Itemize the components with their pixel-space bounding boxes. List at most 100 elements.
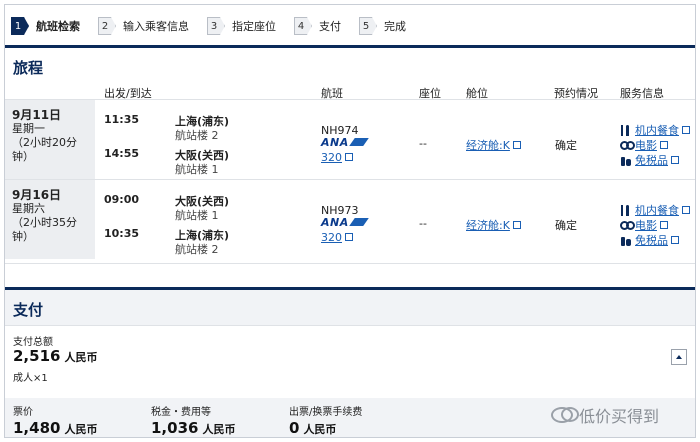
step-number: 3 [207,17,225,35]
step-label: 支付 [319,20,341,33]
arrival-terminal: 航站楼 2 [175,243,219,256]
seat-value: -- [419,137,427,150]
arrival-terminal: 航站楼 1 [175,163,219,176]
airline-logo: ANA [321,136,369,149]
duty-free-icon [620,155,632,166]
currency: 人民币 [202,423,236,436]
segment-duration: （2小时20分 [12,136,77,149]
step-flight-search: 1 航班检索 [11,17,80,35]
movie-icon [620,140,635,151]
cabin-link[interactable]: 经济舱:K [466,217,521,233]
step-label: 指定座位 [232,20,276,33]
airline-name: ANA [321,216,349,229]
segment-duration: （2小时35分 [12,216,77,229]
fare-label: 票价 [13,407,33,418]
external-link-icon [660,141,668,149]
segment-weekday: 星期一 [12,122,45,135]
departure-time: 09:00 [104,193,140,206]
wechat-icon [551,407,579,423]
service-meal[interactable]: 机内餐食 [620,202,690,218]
departure-terminal: 航站楼 2 [175,129,219,142]
external-link-icon [682,206,690,214]
step-number: 4 [294,17,312,35]
service-label[interactable]: 免税品 [635,232,668,248]
step-label: 完成 [384,20,406,33]
tax-label: 税金・费用等 [151,407,211,418]
step-passenger-info: 2 输入乘客信息 [98,17,189,35]
step-complete: 5 完成 [359,17,406,35]
watermark-text: 低价买得到 [579,407,660,426]
step-seat-select: 3 指定座位 [207,17,276,35]
external-link-icon [682,126,690,134]
service-duty-free[interactable]: 免税品 [620,152,679,168]
departure-terminal: 航站楼 1 [175,209,219,222]
aircraft-link[interactable]: 320 [321,151,353,164]
segment-duration-cont: 钟） [12,150,34,163]
ana-stripe-icon [348,138,369,146]
fare-amount-row: 1,480 人民币 [13,419,97,437]
aircraft-type[interactable]: 320 [321,151,342,164]
currency: 人民币 [64,423,98,436]
tax-amount: 1,036 [151,419,199,437]
step-number: 1 [11,17,29,35]
chevron-up-icon [676,355,682,359]
currency: 人民币 [64,351,98,364]
segment-date: 9月16日 [12,188,62,202]
step-payment: 4 支付 [294,17,341,35]
seat-value: -- [419,217,427,230]
step-number: 2 [98,17,116,35]
movie-icon [620,220,635,231]
arrival-time: 10:35 [104,227,140,240]
external-link-icon [345,233,353,241]
service-label[interactable]: 机内餐食 [635,202,679,218]
external-link-icon [512,221,521,229]
fee-amount: 0 [289,419,300,437]
meal-icon [620,124,632,136]
cabin-class[interactable]: 经济舱:K [466,139,510,152]
external-link-icon [512,141,521,149]
fee-amount-row: 0 人民币 [289,419,336,437]
segment-weekday: 星期六 [12,202,45,215]
service-movie[interactable]: 电影 [620,137,668,153]
flight-segment: 9月16日 星期六 （2小时35分 钟） 09:00 大阪(关西) 航站楼 1 … [5,179,695,259]
service-label[interactable]: 电影 [635,217,657,233]
airline-logo: ANA [321,216,369,229]
service-duty-free[interactable]: 免税品 [620,232,679,248]
ana-stripe-icon [348,218,369,226]
collapse-toggle-button[interactable] [671,349,687,365]
segment-date-cell: 9月11日 星期一 （2小时20分 钟） [5,100,95,179]
departure-time: 11:35 [104,113,140,126]
flight-segment: 9月11日 星期一 （2小时20分 钟） 11:35 上海(浦东) 航站楼 2 … [5,99,695,179]
service-label[interactable]: 电影 [635,137,657,153]
service-meal[interactable]: 机内餐食 [620,122,690,138]
cabin-class[interactable]: 经济舱:K [466,219,510,232]
step-label: 航班检索 [36,20,80,33]
total-label: 支付总额 [13,337,53,348]
booking-page: 1 航班检索 2 输入乘客信息 3 指定座位 4 支付 5 完成 旅程 出发/到… [4,4,696,438]
segment-date: 9月11日 [12,108,62,122]
progress-stepper: 1 航班检索 2 输入乘客信息 3 指定座位 4 支付 5 完成 [11,15,424,37]
payment-title: 支付 [13,301,44,319]
duty-free-icon [620,235,632,246]
step-number: 5 [359,17,377,35]
fare-amount: 1,480 [13,419,61,437]
aircraft-link[interactable]: 320 [321,231,353,244]
arrival-time: 14:55 [104,147,140,160]
meal-icon [620,204,632,216]
service-label[interactable]: 机内餐食 [635,122,679,138]
service-label[interactable]: 免税品 [635,152,668,168]
external-link-icon [671,156,679,164]
external-link-icon [671,236,679,244]
passenger-count: 成人×1 [13,373,48,384]
external-link-icon [660,221,668,229]
fee-label: 出票/换票手续费 [289,407,363,418]
cabin-link[interactable]: 经济舱:K [466,137,521,153]
segment-date-cell: 9月16日 星期六 （2小时35分 钟） [5,180,95,259]
service-movie[interactable]: 电影 [620,217,668,233]
watermark: 低价买得到 [551,403,659,427]
aircraft-type[interactable]: 320 [321,231,342,244]
tax-amount-row: 1,036 人民币 [151,419,235,437]
booking-status: 确定 [555,139,577,152]
itinerary-bottom-divider [5,263,695,264]
section-divider [5,45,695,48]
